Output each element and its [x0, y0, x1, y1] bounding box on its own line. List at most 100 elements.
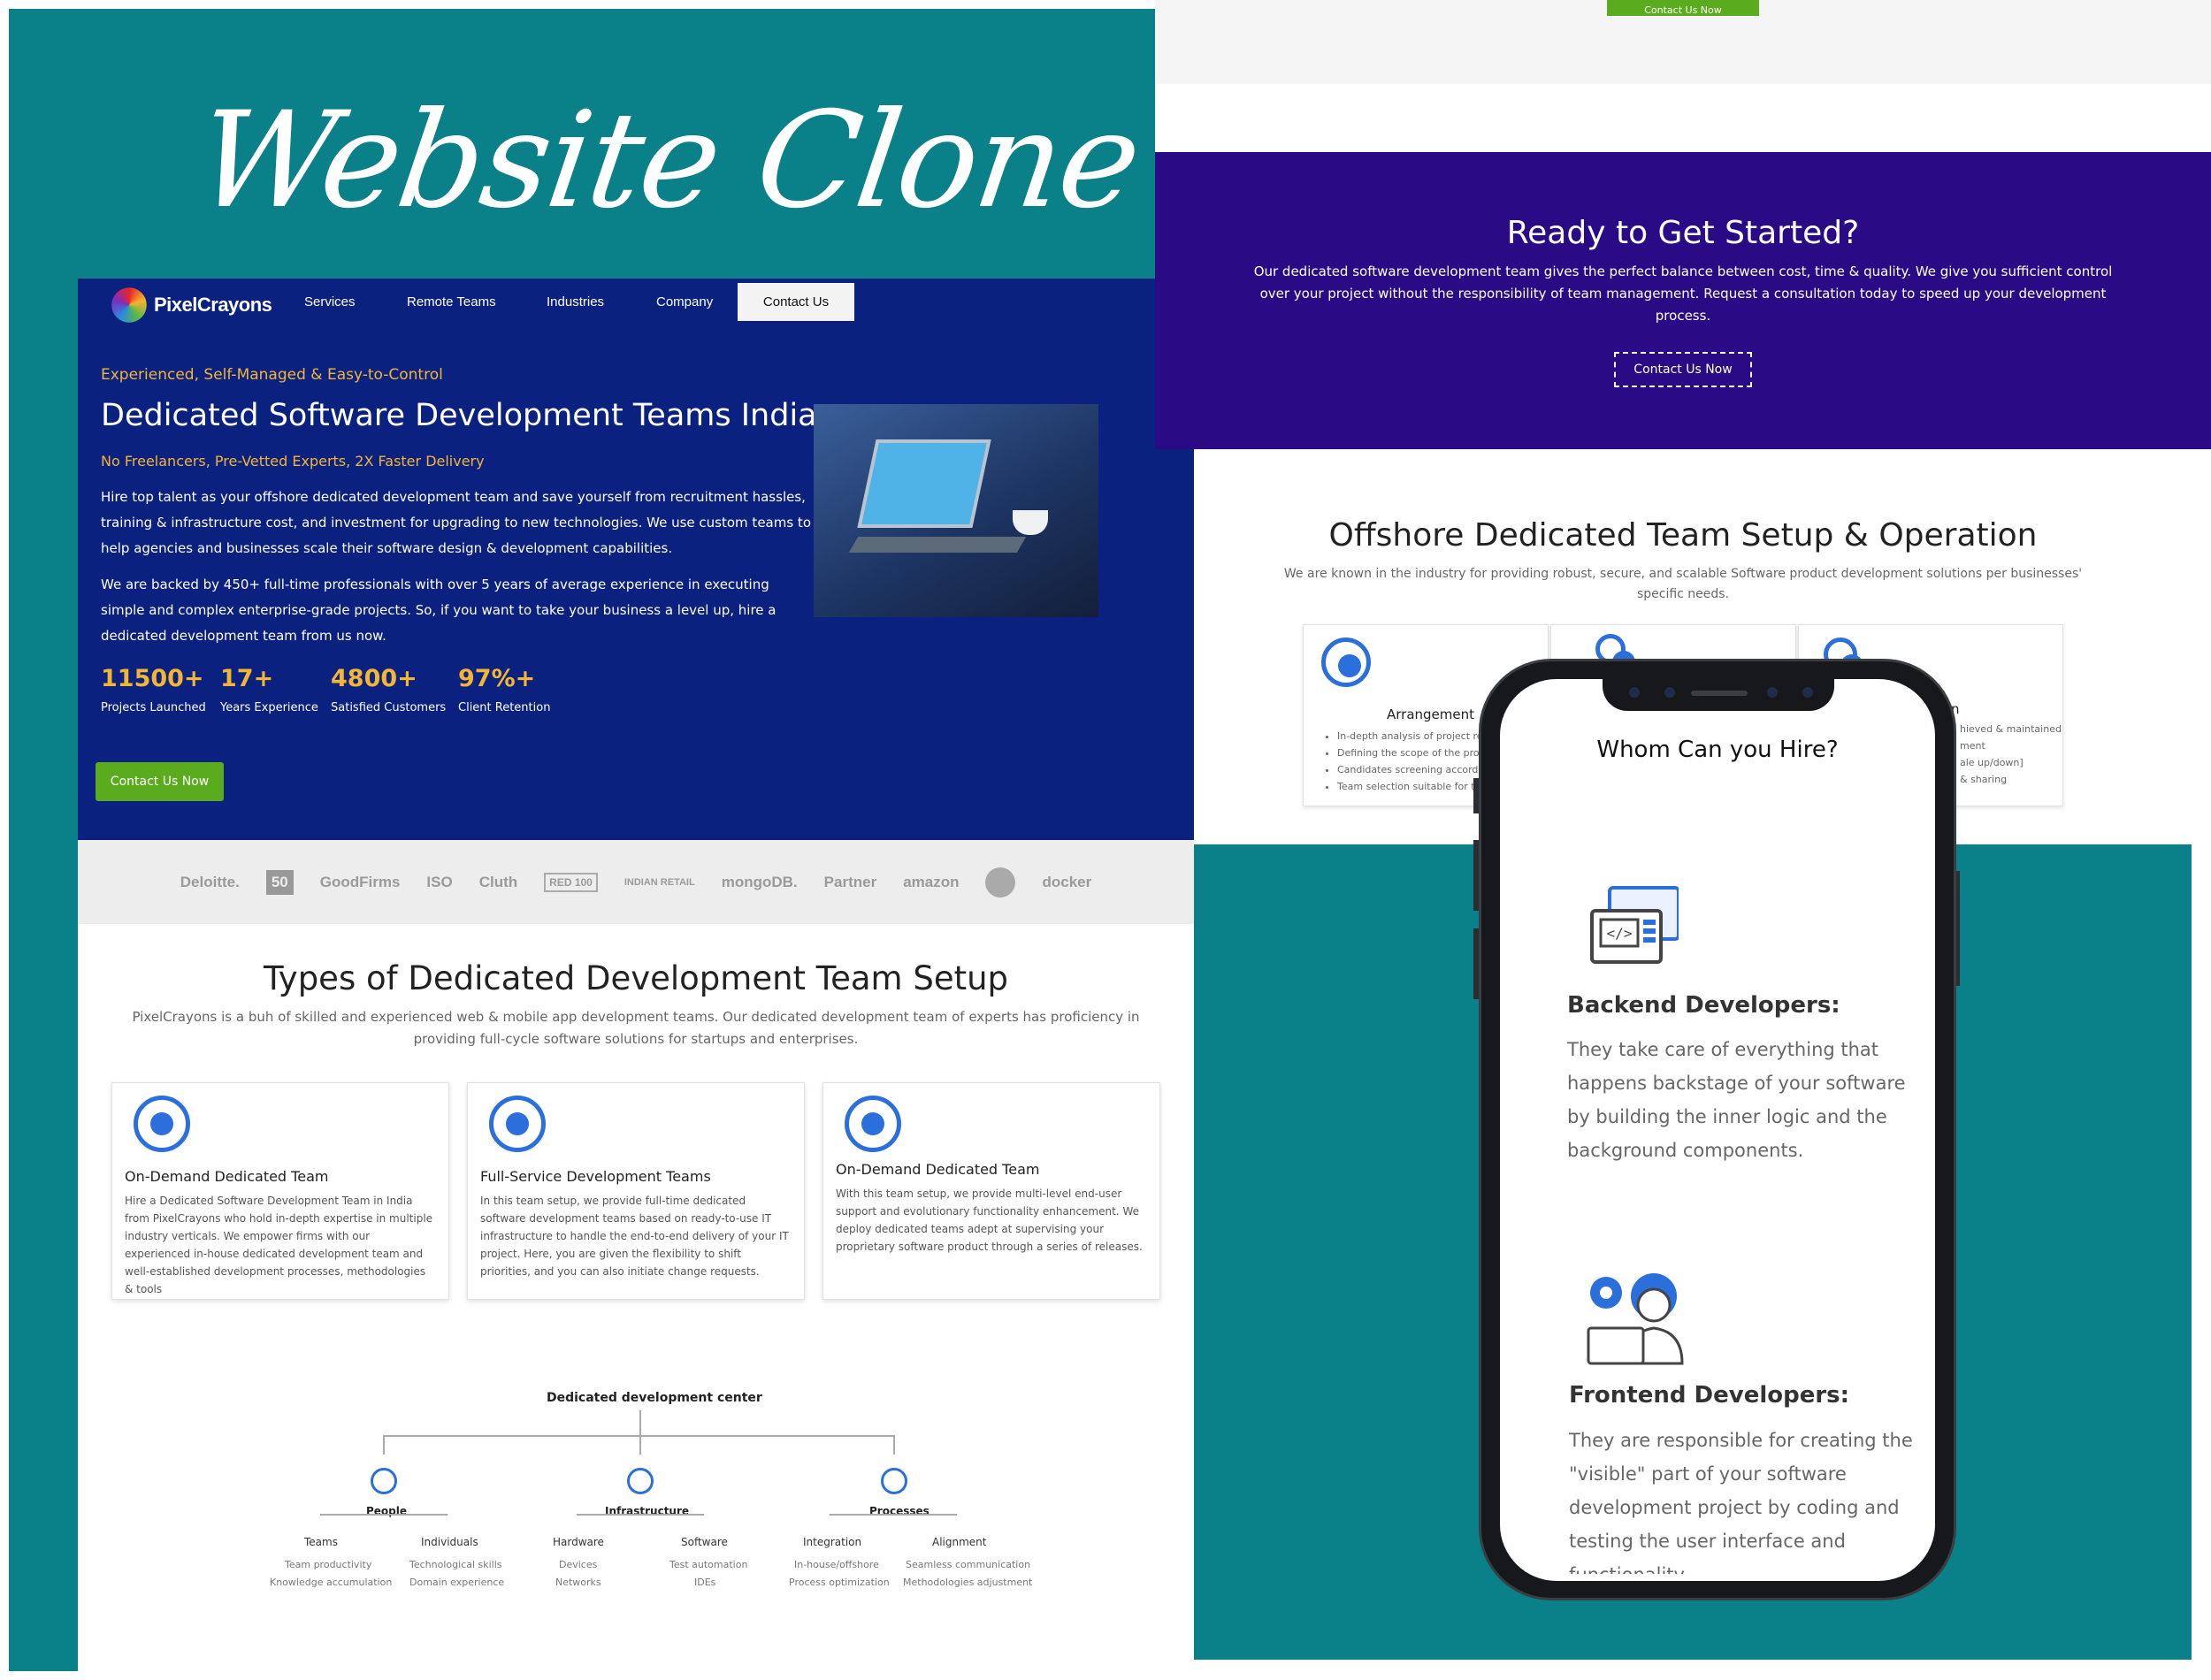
gear-team-icon [489, 1096, 546, 1152]
card-text: Hire a Dedicated Software Development Te… [125, 1195, 433, 1295]
frontend-developer-icon [1587, 1273, 1684, 1365]
partner-logo-iso: ISO [426, 873, 453, 890]
card-title: Full-Service Development Teams [480, 1168, 711, 1185]
partner-logo-red100: RED 100 [544, 872, 598, 892]
coffee-cup [1013, 510, 1048, 535]
org-connector [320, 1514, 448, 1516]
org-leaf: Knowledge accumulation [270, 1577, 393, 1588]
nav-remote-teams[interactable]: Remote Teams [407, 294, 496, 309]
stat-retention: 97%+ Client Retention [458, 665, 550, 714]
card-text: In this team setup, we provide full-time… [480, 1195, 789, 1278]
card-title: On-Demand Dedicated Team [125, 1168, 329, 1185]
org-leaf: IDEs [694, 1577, 716, 1588]
list-item: Defining the scope of the proje [1337, 745, 1488, 761]
org-leaf: Networks [555, 1577, 601, 1588]
team-card-on-demand: On-Demand Dedicated Team Hire a Dedicate… [111, 1082, 449, 1300]
org-connector [383, 1435, 385, 1455]
list-item: Team selection suitable for th [1337, 778, 1488, 795]
list-item: & sharing [1960, 774, 2008, 785]
laptop-screen [857, 439, 991, 528]
mini-card-list: In-depth analysis of project re Defining… [1337, 728, 1488, 795]
stat-number: 4800+ [331, 665, 417, 692]
types-title: Types of Dedicated Development Team Setu… [263, 959, 1009, 997]
stat-number: 17+ [220, 665, 274, 692]
org-leaf: Test automation [669, 1559, 748, 1570]
partner-logo-goodfirms: GoodFirms [319, 873, 401, 890]
org-leaf: Technological skills [409, 1559, 502, 1570]
stat-number: 97%+ [458, 665, 536, 692]
stat-label: Satisfied Customers [331, 701, 447, 714]
site-logo[interactable]: PixelCrayons [110, 283, 272, 327]
logo-text: PixelCrayons [154, 294, 272, 316]
hero-tagline: Experienced, Self-Managed & Easy-to-Cont… [101, 366, 443, 384]
org-leaf: Seamless communication [906, 1559, 1031, 1570]
org-sub-individuals: Individuals [421, 1536, 478, 1548]
mini-card-title: Arrangement [1387, 706, 1475, 722]
banner-title: Website Clone [187, 84, 1149, 238]
team-card-full-service: Full-Service Development Teams In this t… [467, 1082, 805, 1300]
hero-subtag: No Freelancers, Pre-Vetted Experts, 2X F… [101, 453, 485, 470]
phone-speaker [1691, 691, 1748, 696]
server-code-icon: </> [1590, 886, 1679, 964]
org-leaf: Devices [559, 1559, 598, 1570]
nav-industries[interactable]: Industries [547, 294, 604, 309]
nav-company[interactable]: Company [656, 294, 713, 309]
phone-camera-icon [1802, 687, 1813, 698]
list-item: In-depth analysis of project re [1337, 728, 1488, 745]
stat-projects: 11500+ Projects Launched [101, 665, 206, 714]
stat-years: 17+ Years Experience [220, 665, 318, 714]
partner-logo-indian-retail: INDIAN RETAIL [624, 876, 695, 888]
partner-logo-deloitte: Deloitte. [180, 873, 240, 890]
types-subtitle: PixelCrayons is a buh of skilled and exp… [132, 1009, 1140, 1047]
role-text-frontend: They are responsible for creating the "v… [1569, 1430, 1913, 1574]
nav-contact-button[interactable]: Contact Us [738, 283, 854, 321]
partner-logo-clutch: Cluth [478, 873, 518, 890]
partner-logo-amazon: amazon [903, 873, 960, 890]
card-title: On-Demand Dedicated Team [836, 1161, 1040, 1178]
role-text-backend: They take care of everything that happen… [1567, 1039, 1906, 1161]
partner-logo-mongodb: mongoDB. [721, 873, 798, 890]
list-item: hieved & maintained [1960, 723, 2062, 735]
handshake-icon [1321, 638, 1371, 687]
org-sub-integration: Integration [803, 1536, 862, 1548]
card-text: With this team setup, we provide multi-l… [836, 1187, 1143, 1253]
team-card-on-demand-2: On-Demand Dedicated Team With this team … [822, 1082, 1160, 1300]
hero-contact-button[interactable]: Contact Us Now [96, 762, 224, 801]
org-leaf: Process optimization [789, 1577, 890, 1588]
hire-title: Whom Can you Hire? [1596, 737, 1839, 763]
top-contact-button[interactable]: Contact Us Now [1607, 0, 1759, 16]
org-connector [639, 1410, 641, 1435]
org-connector [893, 1435, 895, 1455]
ready-text: Our dedicated software development team … [1253, 263, 2113, 324]
phone-camera-icon [1664, 687, 1675, 698]
infrastructure-icon [627, 1468, 654, 1494]
handshake-team-icon [134, 1096, 190, 1152]
svg-text:</>: </> [1607, 925, 1633, 942]
ready-title: Ready to Get Started? [1506, 215, 1860, 251]
stat-customers: 4800+ Satisfied Customers [331, 665, 446, 714]
org-leaf: Domain experience [409, 1577, 505, 1588]
org-sub-alignment: Alignment [932, 1536, 987, 1548]
laptop-base [848, 537, 1027, 553]
org-connector [639, 1435, 641, 1455]
right-white-strip [2192, 844, 2211, 1680]
pixelcrayons-logo-icon [111, 287, 147, 323]
ready-contact-button[interactable]: Contact Us Now [1614, 352, 1752, 387]
offshore-subtitle: We are known in the industry for providi… [1283, 567, 2083, 601]
partner-logo-50: 50 [265, 869, 294, 895]
nav-services[interactable]: Services [304, 294, 356, 309]
org-sub-software: Software [681, 1536, 728, 1548]
role-title-frontend: Frontend Developers: [1569, 1382, 1850, 1409]
org-leaf: Methodologies adjustment [903, 1577, 1033, 1588]
phone-camera-icon [1629, 687, 1640, 698]
partner-logo-badge [985, 867, 1016, 897]
org-leaf: Team productivity [285, 1559, 372, 1570]
stat-number: 11500+ [101, 665, 204, 692]
stat-label: Years Experience [220, 701, 318, 714]
partner-logo-google-cloud: Partner [823, 873, 877, 890]
org-connector [830, 1514, 957, 1516]
list-item: ale up/down] [1960, 757, 2024, 768]
partner-logos-strip: Deloitte. 50 GoodFirms ISO Cluth RED 100… [78, 840, 1194, 924]
org-sub-hardware: Hardware [553, 1536, 604, 1548]
role-title-backend: Backend Developers: [1567, 992, 1840, 1019]
